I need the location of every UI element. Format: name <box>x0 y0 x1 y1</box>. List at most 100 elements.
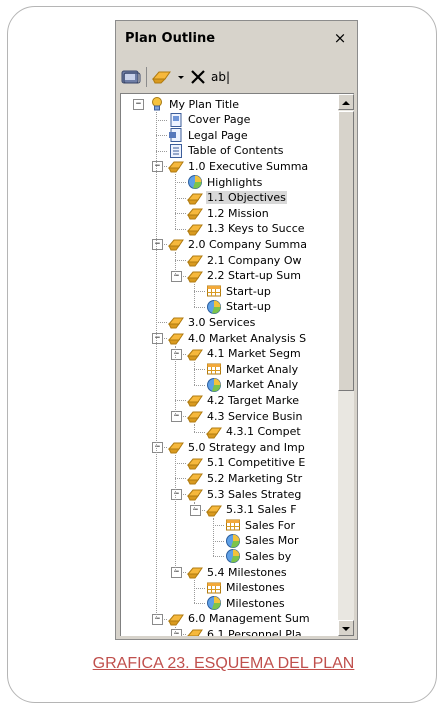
tree-item[interactable]: Milestones <box>206 580 286 596</box>
tree-connector <box>194 283 195 307</box>
tree-item-label: 4.3.1 Compet <box>226 425 301 439</box>
table-icon <box>206 361 222 377</box>
tree-item[interactable]: Market Analy <box>206 361 299 377</box>
chevron-down-icon <box>178 75 184 79</box>
tree-connector <box>194 603 205 605</box>
collapse-toggle[interactable]: − <box>171 411 182 422</box>
outline-tree-box: My Plan Title − Cover Page Legal Page Table … <box>120 93 354 636</box>
plan-outline-panel: Plan Outline × ab| My Plan Title − Cover… <box>115 20 358 640</box>
topic-icon <box>186 564 203 580</box>
tree-item[interactable]: 2.1 Company Ow <box>186 252 302 268</box>
tree-connector <box>213 540 224 542</box>
tree-connector <box>175 174 176 229</box>
tree-item[interactable]: 4.1 Market Segm <box>186 346 302 362</box>
collapse-toggle[interactable]: − <box>190 504 201 516</box>
tree-connector <box>213 525 224 527</box>
collapse-toggle[interactable]: − <box>171 489 182 500</box>
tree-connector <box>175 478 186 480</box>
tree-item[interactable]: 5.3.1 Sales F <box>205 502 298 518</box>
tree-item[interactable]: 5.4 Milestones <box>186 564 288 580</box>
tree-item[interactable]: Start-up <box>206 283 272 299</box>
tree-item-label: Milestones <box>226 581 285 595</box>
topic-icon <box>186 486 203 502</box>
tree-connector <box>194 424 195 432</box>
collapse-toggle[interactable]: − <box>152 161 163 173</box>
tree-item-label: 6.0 Management Sum <box>188 612 310 626</box>
delete-button[interactable] <box>189 66 207 88</box>
tree-item-label: 4.3 Service Busin <box>207 409 303 423</box>
collapse-toggle[interactable]: − <box>171 270 182 282</box>
tree-item[interactable]: Highlights <box>187 174 263 190</box>
tree-item[interactable]: 1.0 Executive Summa <box>167 158 309 174</box>
tree-connector <box>213 517 214 557</box>
topic-icon <box>187 626 203 636</box>
topic-icon <box>186 190 203 206</box>
collapse-toggle[interactable]: − <box>152 333 163 344</box>
scroll-thumb[interactable] <box>338 111 354 391</box>
scroll-down-button[interactable] <box>338 620 354 636</box>
tree-item[interactable]: 1.2 Mission <box>186 205 270 221</box>
tree-item[interactable]: Table of Contents <box>168 143 285 159</box>
pie-chart-icon <box>206 595 222 611</box>
pie-chart-icon <box>225 548 241 564</box>
collapse-toggle[interactable]: − <box>133 99 144 110</box>
tree-item[interactable]: Cover Page <box>168 112 251 128</box>
tree-item[interactable]: My Plan Title <box>149 96 240 112</box>
collapse-toggle[interactable]: − <box>152 239 163 251</box>
add-topic-button[interactable] <box>151 66 173 88</box>
tree-item[interactable]: 4.0 Market Analysis S <box>167 330 307 346</box>
tree-item[interactable]: 1.3 Keys to Succe <box>186 221 306 237</box>
add-topic-dropdown[interactable] <box>177 66 185 88</box>
tree-connector <box>156 135 167 137</box>
table-icon <box>206 283 222 299</box>
tree-item-label: Highlights <box>207 175 263 189</box>
tree-item[interactable]: 5.1 Competitive E <box>186 455 306 471</box>
close-icon[interactable]: × <box>333 31 347 46</box>
tree-item[interactable]: 6.1 Personnel Pla <box>187 626 303 636</box>
tree-connector <box>194 431 205 433</box>
tree-item[interactable]: Market Analy <box>206 377 299 393</box>
tree-connector <box>175 252 176 276</box>
topic-icon <box>167 330 184 346</box>
rename-button[interactable]: ab| <box>211 66 230 88</box>
tree-item[interactable]: Sales For <box>225 517 296 533</box>
scroll-up-arrow-icon <box>342 101 350 105</box>
tree-item[interactable]: 3.0 Services <box>167 314 256 330</box>
tree-item-label: 4.2 Target Marke <box>207 393 300 407</box>
tree-item[interactable]: Milestones <box>206 595 286 611</box>
tree-item[interactable]: Legal Page <box>168 127 249 143</box>
panel-header: Plan Outline × <box>116 21 357 55</box>
collapse-toggle[interactable]: − <box>152 442 163 454</box>
tree-item[interactable]: 2.2 Start-up Sum <box>186 268 302 284</box>
tree-item-label: 1.1 Objectives <box>206 191 287 205</box>
tree-item[interactable]: Sales Mor <box>225 533 300 549</box>
tree-item[interactable]: 2.0 Company Summa <box>167 236 308 252</box>
tree-item[interactable]: Sales by <box>225 548 292 564</box>
topic-icon <box>186 205 203 221</box>
collapse-toggle[interactable]: − <box>171 348 182 360</box>
add-topic-icon <box>151 71 171 83</box>
tree-item-label: My Plan Title <box>169 97 239 111</box>
tree-item-label: 1.0 Executive Summa <box>188 159 309 173</box>
tree-item[interactable]: 6.0 Management Sum <box>167 611 311 627</box>
vertical-scrollbar[interactable] <box>338 94 354 636</box>
collapse-toggle[interactable]: − <box>152 613 163 625</box>
tree-item[interactable]: 1.1 Objectives <box>186 190 287 206</box>
scroll-up-button[interactable] <box>338 94 354 110</box>
tree-item[interactable]: Start-up <box>206 299 272 315</box>
tree-item[interactable]: 5.2 Marketing Str <box>186 470 303 486</box>
plan-title-icon <box>149 96 165 112</box>
collapse-toggle[interactable]: − <box>171 629 182 636</box>
tree-item[interactable]: 4.2 Target Marke <box>186 392 300 408</box>
pie-chart-icon <box>206 377 222 393</box>
tree-item-label: Start-up <box>226 284 271 298</box>
tree-item[interactable]: 4.3.1 Compet <box>205 424 302 440</box>
tree-item-label: 5.1 Competitive E <box>207 456 306 470</box>
tree-item[interactable]: 4.3 Service Busin <box>186 408 303 424</box>
tree-item[interactable]: 5.3 Sales Strateg <box>186 486 302 502</box>
outline-view-button[interactable] <box>120 66 142 88</box>
tree-item[interactable]: 5.0 Strategy and Imp <box>167 439 306 455</box>
collapse-toggle[interactable]: − <box>171 567 182 578</box>
tree-item-label: 2.0 Company Summa <box>188 237 307 251</box>
tree-item-label: 2.1 Company Ow <box>207 253 302 267</box>
